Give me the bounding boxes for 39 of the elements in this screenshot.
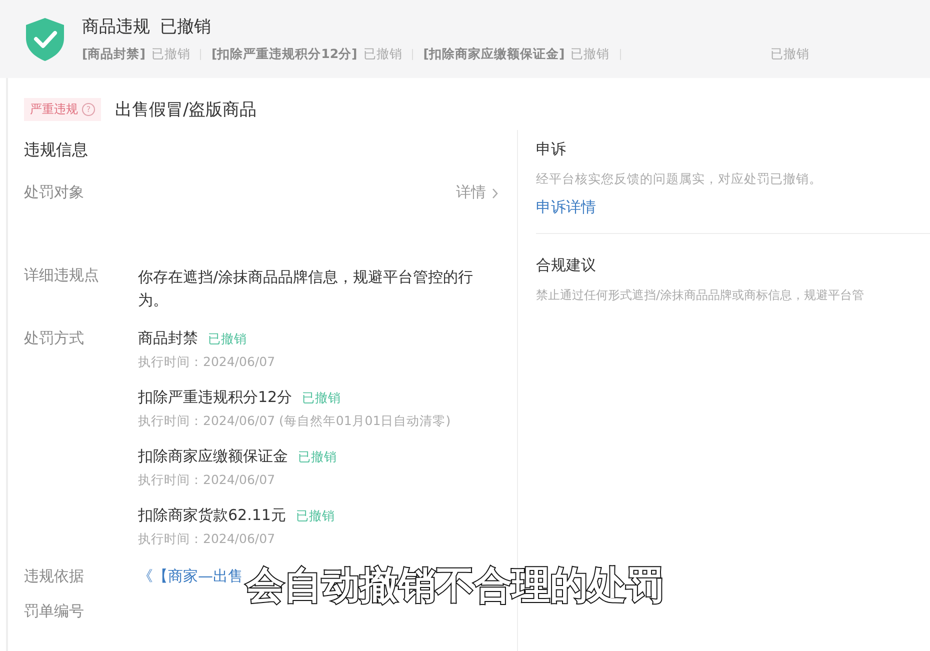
status-text: 已撤销 [208,331,247,346]
status-text: 已撤销 [151,46,190,63]
severity-tag: 严重违规 ? [24,98,101,120]
status-text: 已撤销 [160,16,211,38]
penalty-name: 商品封禁 [138,329,198,347]
penalty-name: 扣除商家应缴额保证金 [138,447,288,465]
violation-title: 出售假冒/盗版商品 [115,98,257,120]
penalty-name: 扣除严重违规积分12分 [138,388,292,406]
detail-link[interactable]: 详情 [456,183,486,202]
appeal-result: 经平台核实您反馈的问题属实，对应处罚已撤销。 [536,171,823,188]
page-title: 商品违规 [82,16,150,38]
execution-time: 执行时间：2024/06/07 (每自然年01月01日自动清零) [138,413,451,430]
execution-time: 执行时间：2024/06/07 [138,531,276,548]
status-text: 已撤销 [570,46,610,63]
status-text: 已撤销 [296,508,335,523]
advice-text: 禁止通过任何形式遮挡/涂抹商品品牌或商标信息，规避平台管 [536,287,866,304]
penalty-name: 扣除商家货款62.11元 [138,506,286,524]
execution-time: 执行时间：2024/06/07 [138,354,276,371]
field-label: 处罚方式 [24,329,85,348]
execution-time: 执行时间：2024/06/07 [138,472,276,489]
status-text: 已撤销 [770,46,810,63]
penalty-label: [扣除商家应缴额保证金] [423,46,565,63]
penalty-label: [商品封禁] [82,46,146,63]
chevron-right-icon[interactable] [491,188,499,199]
status-text: 已撤销 [298,449,337,464]
field-label: 罚单编号 [24,602,85,621]
status-text: 已撤销 [302,390,342,405]
appeal-detail-link[interactable]: 申诉详情 [536,198,930,217]
field-label: 处罚对象 [24,183,85,202]
violation-description: 你存在遮挡/涂抹商品品牌信息，规避平台管控的行为。 [138,267,474,311]
rule-link[interactable]: 《【商家—出售 [138,567,243,586]
video-subtitle: 会自动撤销不合理的处罚 [246,563,664,607]
field-label: 详细违规点 [24,266,100,285]
penalty-label: [扣除严重违规积分12分] [211,46,358,63]
section-heading: 违规信息 [24,140,89,161]
section-heading: 申诉 [536,140,567,159]
section-heading: 合规建议 [536,256,597,275]
field-label: 违规依据 [24,567,85,586]
status-text: 已撤销 [363,46,402,63]
